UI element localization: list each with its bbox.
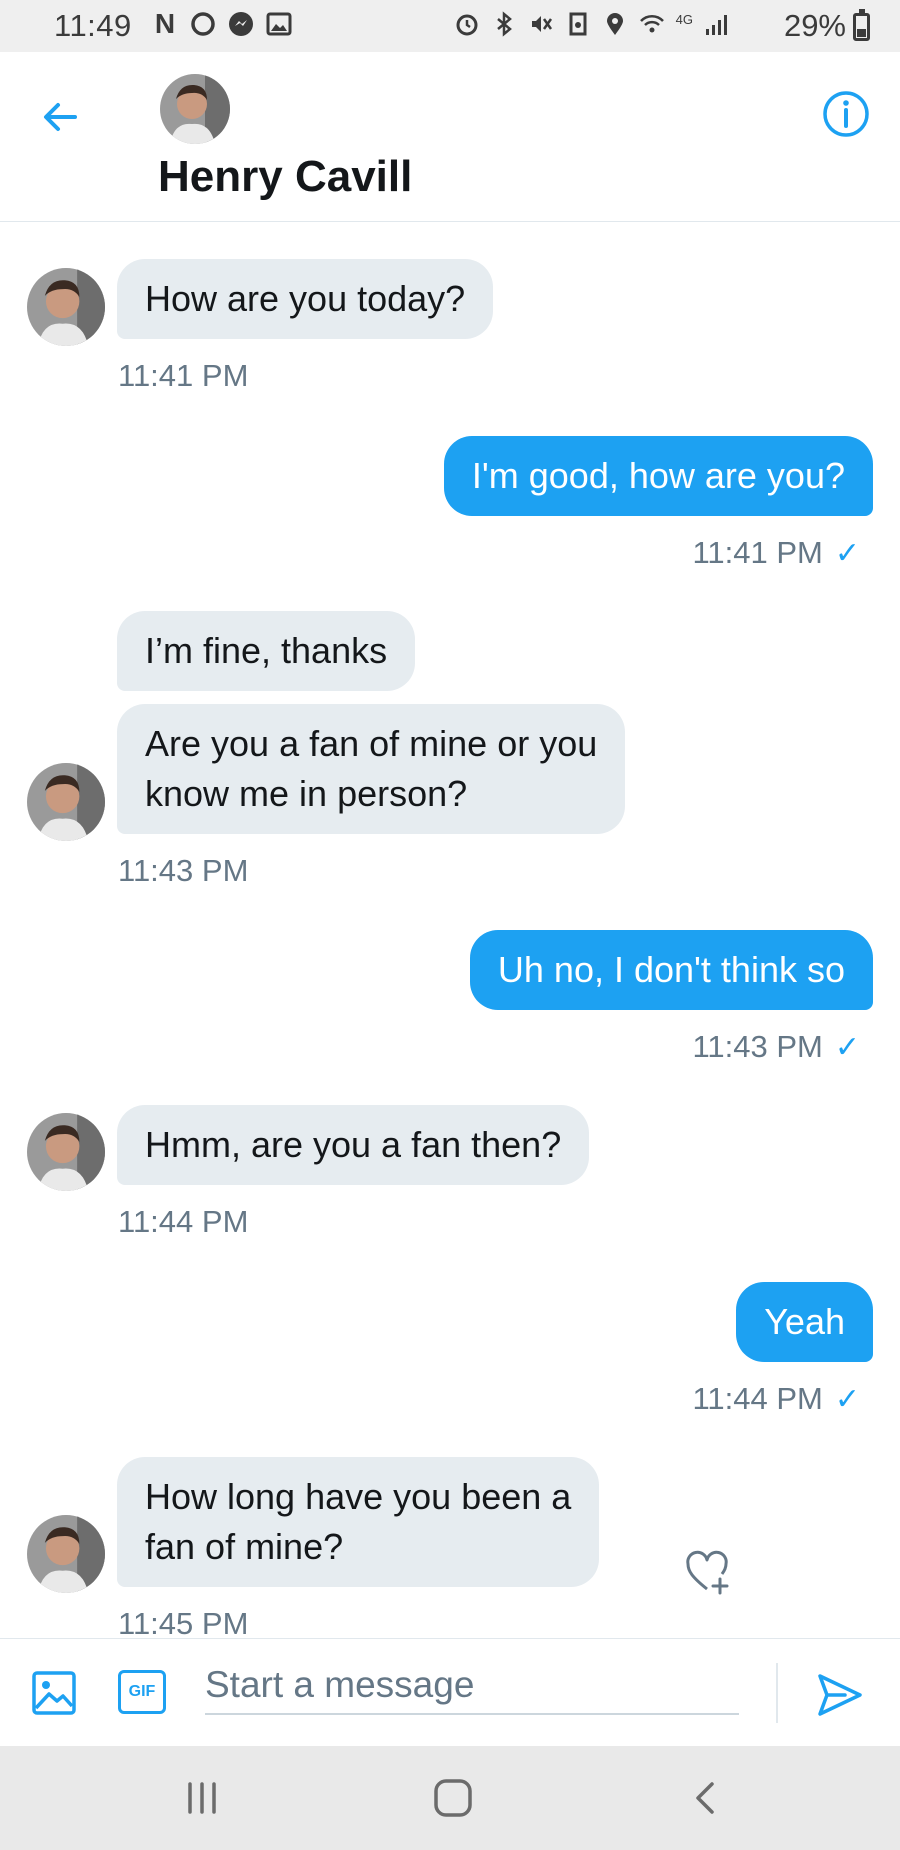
battery-icon: [853, 9, 870, 41]
messenger-icon: [228, 11, 254, 37]
conversation-header: Henry Cavill: [0, 52, 900, 222]
gallery-icon: [266, 11, 292, 37]
message-composer: GIF: [0, 1638, 900, 1746]
add-photo-button[interactable]: [30, 1669, 78, 1717]
save-icon: [565, 11, 591, 37]
status-bar: 11:49 N 4G 29%: [0, 0, 900, 52]
message-timestamp-row: 11:44 PM ✓: [692, 1381, 860, 1417]
message-timestamp-row: 11:41 PM ✓: [692, 535, 860, 571]
netflix-icon: N: [154, 8, 176, 39]
recents-icon: [188, 1782, 216, 1814]
message-bubble-incoming[interactable]: Are you a fan of mine or you know me in …: [117, 704, 626, 834]
composer-divider: [776, 1663, 778, 1723]
battery-percent: 29%: [783, 8, 846, 43]
status-time: 11:49: [54, 8, 132, 43]
message-timestamp: 11:41 PM: [692, 535, 823, 570]
contact-avatar[interactable]: [160, 74, 230, 144]
heart-plus-icon: [686, 1550, 729, 1595]
message-text: Uh no, I don't think so: [497, 949, 845, 990]
bluetooth-icon: [491, 11, 517, 37]
signal-icon: [704, 11, 730, 37]
message-bubble-outgoing[interactable]: Uh no, I don't think so: [469, 930, 873, 1010]
message-text: I'm good, how are you?: [471, 455, 845, 496]
message-timestamp: 11:43 PM: [692, 1029, 823, 1064]
message-bubble-outgoing[interactable]: I'm good, how are you?: [443, 436, 873, 516]
message-bubble-incoming[interactable]: Hmm, are you a fan then?: [117, 1105, 590, 1185]
network-type: 4G: [675, 11, 693, 27]
message-text: How are you today?: [145, 278, 466, 319]
sender-avatar[interactable]: [27, 1515, 105, 1593]
send-icon: [818, 1674, 862, 1716]
message-timestamp: 11:44 PM: [692, 1381, 823, 1416]
message-bubble-incoming[interactable]: How are you today?: [117, 259, 494, 339]
system-nav-bar: [0, 1746, 900, 1850]
gif-button[interactable]: GIF: [118, 1670, 166, 1714]
message-text-line: How long have you been a: [145, 1476, 572, 1517]
home-button[interactable]: [423, 1770, 483, 1826]
sent-check-icon: ✓: [834, 536, 860, 570]
alarm-icon: [454, 11, 480, 37]
message-timestamp: 11:44 PM: [118, 1204, 249, 1239]
recent-apps-button[interactable]: [172, 1770, 232, 1826]
message-bubble-incoming[interactable]: How long have you been a fan of mine?: [117, 1457, 600, 1587]
home-icon: [434, 1779, 472, 1817]
message-bubble-incoming[interactable]: I’m fine, thanks: [117, 611, 416, 691]
wifi-icon: [639, 11, 665, 37]
message-timestamp-row: 11:43 PM ✓: [692, 1029, 860, 1065]
message-text: Hmm, are you a fan then?: [145, 1124, 562, 1165]
message-text-line: know me in person?: [145, 773, 468, 814]
message-list[interactable]: How are you today? 11:41 PM I'm good, ho…: [0, 223, 900, 1638]
message-timestamp: 11:41 PM: [118, 358, 249, 393]
message-timestamp: 11:43 PM: [118, 853, 249, 888]
image-icon: [32, 1671, 76, 1715]
system-back-button[interactable]: [676, 1770, 736, 1826]
message-text: Yeah: [764, 1301, 845, 1342]
message-input[interactable]: [205, 1657, 739, 1715]
back-arrow-icon: [44, 103, 77, 131]
sent-check-icon: ✓: [834, 1030, 860, 1064]
message-bubble-outgoing[interactable]: Yeah: [736, 1282, 873, 1362]
sent-check-icon: ✓: [834, 1382, 860, 1416]
message-text-line: fan of mine?: [145, 1526, 344, 1567]
contact-name: Henry Cavill: [158, 152, 413, 201]
location-icon: [602, 11, 628, 37]
back-button[interactable]: [36, 92, 86, 142]
send-button[interactable]: [812, 1667, 868, 1723]
sender-avatar[interactable]: [27, 268, 105, 346]
chevron-left-icon: [696, 1782, 714, 1814]
like-button[interactable]: [680, 1545, 734, 1599]
info-icon: [823, 91, 869, 137]
message-text-line: Are you a fan of mine or you: [145, 723, 598, 764]
sender-avatar[interactable]: [27, 763, 105, 841]
info-button[interactable]: [818, 86, 874, 142]
mute-icon: [528, 11, 554, 37]
message-text: I’m fine, thanks: [145, 630, 388, 671]
circle-icon: [190, 11, 216, 37]
sender-avatar[interactable]: [27, 1113, 105, 1191]
message-timestamp: 11:45 PM: [118, 1606, 249, 1638]
